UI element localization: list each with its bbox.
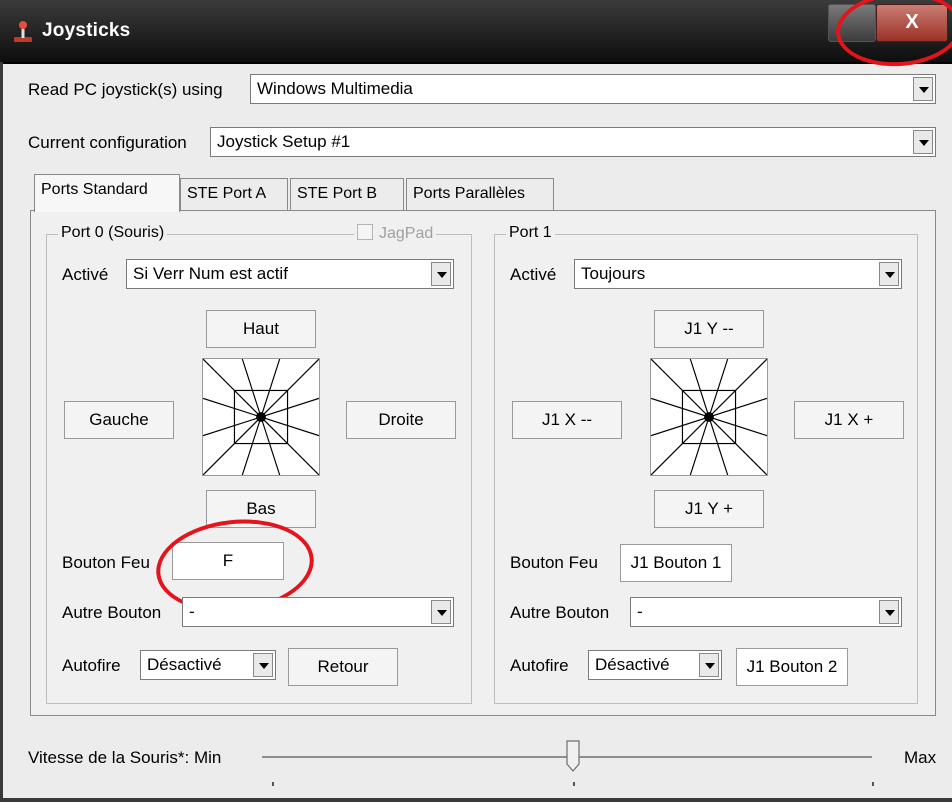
- chevron-down-icon[interactable]: [253, 653, 273, 677]
- port0-left-key[interactable]: Gauche: [64, 401, 174, 439]
- port0-autofire-value: Désactivé: [147, 655, 222, 674]
- port0-return-key[interactable]: Retour: [288, 648, 398, 686]
- chevron-down-icon[interactable]: [913, 77, 933, 101]
- port0-other-label: Autre Bouton: [62, 603, 162, 622]
- port1-fire-label: Bouton Feu: [510, 553, 598, 572]
- chevron-down-icon[interactable]: [913, 130, 933, 154]
- slider-tick: [272, 782, 274, 786]
- port1-active-value: Toujours: [581, 264, 646, 283]
- title-bar[interactable]: Joysticks X: [0, 0, 952, 64]
- window-left-border: [0, 62, 3, 802]
- chevron-down-icon[interactable]: [699, 653, 719, 677]
- port0-right-key[interactable]: Droite: [346, 401, 456, 439]
- jagpad-checkbox[interactable]: [357, 224, 373, 240]
- port1-up-key[interactable]: J1 Y --: [654, 310, 764, 348]
- tab-ports-standard[interactable]: Ports Standard: [34, 174, 180, 212]
- window-bottom-border: [0, 798, 952, 802]
- mouse-speed-label: Vitesse de la Souris*: Min: [28, 748, 222, 767]
- port0-active-label: Activé: [62, 265, 109, 284]
- tab-ports-paralleles[interactable]: Ports Parallèles: [406, 178, 554, 210]
- chevron-down-icon[interactable]: [431, 262, 451, 286]
- port1-title: Port 1: [506, 224, 555, 242]
- mouse-speed-max-label: Max: [904, 748, 937, 767]
- current-config-value: Joystick Setup #1: [217, 132, 351, 151]
- port0-autofire-label: Autofire: [62, 656, 121, 675]
- port1-active-select[interactable]: Toujours: [574, 259, 902, 289]
- port1-right-key[interactable]: J1 X +: [794, 401, 904, 439]
- port1-other-value: -: [637, 602, 643, 621]
- port0-fire-label: Bouton Feu: [62, 553, 150, 572]
- port0-other-value: -: [189, 602, 195, 621]
- port1-down-key[interactable]: J1 Y +: [654, 490, 764, 528]
- port1-left-key[interactable]: J1 X --: [512, 401, 622, 439]
- port0-active-select[interactable]: Si Verr Num est actif: [126, 259, 454, 289]
- chevron-down-icon[interactable]: [879, 262, 899, 286]
- port1-active-label: Activé: [510, 265, 557, 284]
- read-pc-label: Read PC joystick(s) using: [28, 80, 223, 99]
- chevron-down-icon[interactable]: [431, 600, 451, 624]
- joystick-app-icon: [14, 21, 32, 42]
- slider-tick: [872, 782, 874, 786]
- current-config-select[interactable]: Joystick Setup #1: [210, 127, 936, 157]
- port1-autofire-value: Désactivé: [595, 655, 670, 674]
- port1-button2-key[interactable]: J1 Bouton 2: [736, 648, 848, 686]
- tab-ste-port-a[interactable]: STE Port A: [180, 178, 288, 210]
- mouse-speed-thumb[interactable]: [566, 740, 580, 772]
- port0-other-select[interactable]: -: [182, 597, 454, 627]
- window-title: Joysticks: [42, 20, 131, 41]
- port0-up-key[interactable]: Haut: [206, 310, 316, 348]
- current-config-label: Current configuration: [28, 133, 187, 152]
- joysticks-window: Joysticks X Read PC joystick(s) using Wi…: [0, 0, 952, 802]
- read-pc-select[interactable]: Windows Multimedia: [250, 74, 936, 104]
- tab-ste-port-b[interactable]: STE Port B: [290, 178, 404, 210]
- port0-active-value: Si Verr Num est actif: [133, 264, 288, 283]
- chevron-down-icon[interactable]: [879, 600, 899, 624]
- joystick-directions-icon: [202, 358, 320, 476]
- joystick-directions-icon: [650, 358, 768, 476]
- port1-autofire-select[interactable]: Désactivé: [588, 650, 722, 680]
- port0-autofire-select[interactable]: Désactivé: [140, 650, 276, 680]
- jagpad-option[interactable]: JagPad: [354, 224, 437, 243]
- port1-other-label: Autre Bouton: [510, 603, 610, 622]
- port1-other-select[interactable]: -: [630, 597, 902, 627]
- jagpad-label: JagPad: [379, 225, 434, 242]
- port1-autofire-label: Autofire: [510, 656, 569, 675]
- port0-title: Port 0 (Souris): [58, 224, 168, 242]
- port1-fire-key[interactable]: J1 Bouton 1: [620, 544, 732, 582]
- read-pc-value: Windows Multimedia: [257, 79, 413, 98]
- slider-tick: [573, 782, 575, 786]
